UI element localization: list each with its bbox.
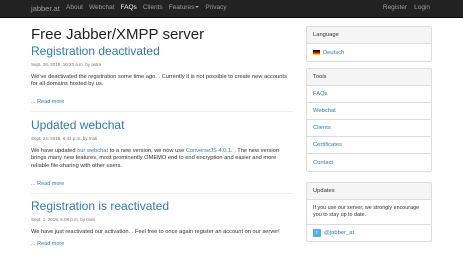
nav-features[interactable]: Features xyxy=(169,4,200,11)
nav-privacy[interactable]: Privacy xyxy=(205,4,226,11)
panel-heading: Tools xyxy=(307,69,431,86)
updates-panel: Updates If you use our server, we strong… xyxy=(306,182,432,242)
post-body-line: We have updated our webchat to a new ver… xyxy=(31,148,293,155)
read-more-link[interactable]: ... Read more xyxy=(31,241,64,247)
read-more-link[interactable]: ... Read more xyxy=(31,99,64,105)
caret-down-icon xyxy=(195,6,200,9)
language-label: Deutsch xyxy=(323,49,345,56)
nav-login[interactable]: Login xyxy=(414,4,430,11)
post-meta: Sept. 1, 2018, 5:08 p.m. by mati xyxy=(31,217,95,222)
post-body-line: brings many new features, most prominent… xyxy=(31,155,277,162)
tools-item-certificates[interactable]: Certificates xyxy=(307,137,431,154)
twitter-link[interactable]: t @jabber_at xyxy=(307,224,431,241)
twitter-handle: @jabber_at xyxy=(324,230,355,236)
tools-panel: Tools FAQs Webchat Clients Certificates … xyxy=(306,68,432,172)
nav-features-label: Features xyxy=(168,4,195,11)
nav-links: About Webchat FAQs Clients Features Priv… xyxy=(66,4,227,11)
post-divider xyxy=(31,193,293,194)
post-title-registration-reactivated[interactable]: Registration is reactivated xyxy=(31,199,169,213)
tools-item-webchat[interactable]: Webchat xyxy=(307,103,431,120)
post-divider xyxy=(31,111,293,112)
nav-account-links: Register Login xyxy=(383,4,430,11)
nav-clients[interactable]: Clients xyxy=(143,4,163,11)
post-body: We have updated our webchat to a new ver… xyxy=(31,148,293,170)
nav-webchat[interactable]: Webchat xyxy=(89,4,115,11)
post-body-line: reliable file-sharing with other users. xyxy=(31,162,123,169)
language-option-deutsch[interactable]: Deutsch xyxy=(307,44,431,61)
german-flag-icon xyxy=(313,50,320,55)
post-text: . . The new version xyxy=(231,148,279,154)
panel-heading: Updates xyxy=(307,183,431,200)
nav-register[interactable]: Register xyxy=(383,4,407,11)
read-more-link[interactable]: ... Read more xyxy=(31,181,64,187)
post-body-line: We've deactivated the registration some … xyxy=(31,74,287,80)
brand-link[interactable]: jabber.at xyxy=(31,4,60,13)
language-panel: Language Deutsch xyxy=(306,26,432,62)
post-title-registration-deactivated[interactable]: Registration deactivated xyxy=(31,44,160,58)
nav-faqs[interactable]: FAQs xyxy=(121,4,137,11)
post-meta: Sept. 24, 2018, 6:42 p.m. by mati xyxy=(31,136,98,141)
post-body: We've deactivated the registration some … xyxy=(31,74,293,89)
top-navbar: jabber.at About Webchat FAQs Clients Fea… xyxy=(0,0,463,18)
post-text: We have updated xyxy=(31,148,78,154)
webchat-link[interactable]: our webchat xyxy=(77,148,108,154)
post-body-line: We have just reactivated our activation.… xyxy=(31,229,280,235)
post-text: to a new version, we now use xyxy=(108,148,186,154)
post-body-line: for all domains hosted by us. xyxy=(31,81,104,88)
conversejs-link[interactable]: ConverseJS 4.0.1 xyxy=(186,148,231,154)
post-title-updated-webchat[interactable]: Updated webchat xyxy=(31,118,124,132)
nav-about[interactable]: About xyxy=(66,4,83,11)
panel-heading: Language xyxy=(307,27,431,44)
post-meta: Sept. 28, 2019, 10:23 a.m. by astra xyxy=(31,62,102,67)
tools-item-clients[interactable]: Clients xyxy=(307,120,431,137)
twitter-icon: t xyxy=(313,229,321,237)
page-title: Free Jabber/XMPP server xyxy=(31,26,205,43)
post-body: We have just reactivated our activation.… xyxy=(31,229,293,236)
tools-item-faqs[interactable]: FAQs xyxy=(307,86,431,103)
updates-text: If you use our server, we strongly encou… xyxy=(313,205,420,218)
tools-item-contact[interactable]: Contact xyxy=(307,154,431,171)
